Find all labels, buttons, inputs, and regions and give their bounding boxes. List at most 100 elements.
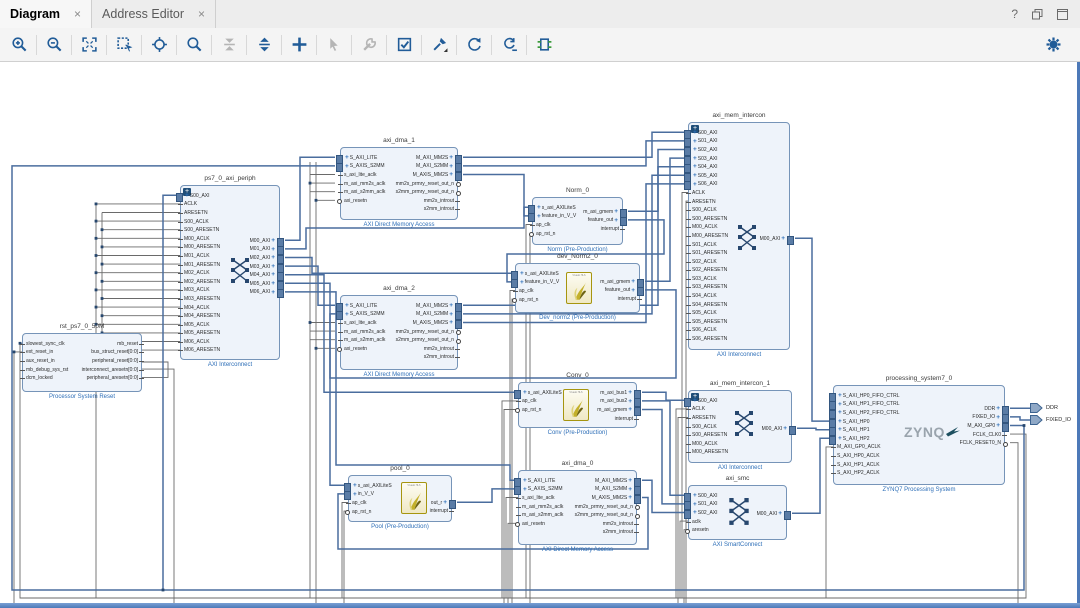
- port-axi_dma_0-mm2s_introut[interactable]: mm2s_introut: [575, 520, 633, 529]
- port-axi_mem_intercon_1-S00_ACLK[interactable]: S00_ACLK: [692, 423, 728, 432]
- port-axi_mem_intercon_1-M00_ACLK[interactable]: M00_ACLK: [692, 440, 728, 449]
- port-axi_smc-S01_AXI[interactable]: +S01_AXI: [692, 501, 718, 510]
- zoom-in-button[interactable]: [6, 32, 32, 58]
- port-axi_mem_intercon-S04_ARESETN[interactable]: S04_ARESETN: [692, 301, 728, 310]
- port-rst_ps7_0_50M-peripheral_aresetn[0:0][interactable]: peripheral_aresetn[0:0]: [82, 374, 138, 383]
- port-axi_dma_2-s_axi_lite_aclk[interactable]: s_axi_lite_aclk: [344, 319, 385, 328]
- port-pool_0-interrupt[interactable]: interrupt: [430, 508, 448, 517]
- zoom-out-button[interactable]: [41, 32, 67, 58]
- port-axi_mem_intercon-S06_AXI[interactable]: +S06_AXI: [692, 181, 728, 190]
- port-Norm_0-s_axi_AXILiteS[interactable]: +s_axi_AXILiteS: [536, 204, 576, 213]
- port-dev_Norm2_0-feature_in_V_V[interactable]: +feature_in_V_V: [519, 279, 559, 288]
- port-axi_dma_0-axi_resetn[interactable]: axi_resetn: [522, 520, 563, 529]
- port-axi_dma_1-mm2s_prmry_reset_out_n[interactable]: mm2s_prmry_reset_out_n: [396, 180, 454, 189]
- port-ps7_0_axi_periph-M02_AXI[interactable]: M02_AXI+: [250, 254, 276, 263]
- port-ps7_0_axi_periph-M00_ARESETN[interactable]: M00_ARESETN: [184, 244, 220, 253]
- port-axi_dma_0-s2mm_prmry_reset_out_n[interactable]: s2mm_prmry_reset_out_n: [575, 511, 633, 520]
- port-ps7_0_axi_periph-M03_ARESETN[interactable]: M03_ARESETN: [184, 295, 220, 304]
- port-axi_mem_intercon-S01_ACLK[interactable]: S01_ACLK: [692, 241, 728, 250]
- port-axi_dma_1-s_axi_lite_aclk[interactable]: s_axi_lite_aclk: [344, 171, 385, 180]
- port-processing_system7_0-M_AXI_GP0_ACLK[interactable]: M_AXI_GP0_ACLK: [837, 444, 899, 453]
- port-axi_dma_2-s2mm_prmry_reset_out_n[interactable]: s2mm_prmry_reset_out_n: [396, 336, 454, 345]
- port-Norm_0-feature_out[interactable]: feature_out+: [583, 217, 619, 226]
- port-axi_dma_2-M_AXI_S2MM[interactable]: M_AXI_S2MM+: [396, 311, 454, 320]
- port-Norm_0-feature_in_V_V[interactable]: +feature_in_V_V: [536, 213, 576, 222]
- port-axi_dma_0-S_AXI_LITE[interactable]: +S_AXI_LITE: [522, 477, 563, 486]
- diagram-canvas[interactable]: ps7_0_axi_periph++S00_AXIACLKARESETNS00_…: [0, 62, 1080, 604]
- port-axi_dma_0-M_AXIS_MM2S[interactable]: M_AXIS_MM2S+: [575, 494, 633, 503]
- port-axi_mem_intercon-S01_AXI[interactable]: +S01_AXI: [692, 138, 728, 147]
- port-ps7_0_axi_periph-M05_AXI[interactable]: M05_AXI+: [250, 280, 276, 289]
- port-ps7_0_axi_periph-M06_AXI[interactable]: M06_AXI+: [250, 289, 276, 298]
- port-processing_system7_0-S_AXI_HP0_FIFO_CTRL[interactable]: +S_AXI_HP0_FIFO_CTRL: [837, 392, 899, 401]
- collapse-button[interactable]: [216, 32, 242, 58]
- block-axi_dma_1[interactable]: +S_AXI_LITE+S_AXIS_S2MMs_axi_lite_aclkm_…: [340, 147, 458, 220]
- port-dev_Norm2_0-ap_clk[interactable]: ap_clk: [519, 287, 559, 296]
- port-ps7_0_axi_periph-M04_AXI[interactable]: M04_AXI+: [250, 271, 276, 280]
- port-dev_Norm2_0-feature_out[interactable]: feature_out+: [600, 287, 636, 296]
- port-axi_dma_1-M_AXIS_MM2S[interactable]: M_AXIS_MM2S+: [396, 171, 454, 180]
- port-axi_mem_intercon-S03_ACLK[interactable]: S03_ACLK: [692, 275, 728, 284]
- external-port-DDR[interactable]: [1030, 403, 1043, 413]
- port-Norm_0-ap_clk[interactable]: ap_clk: [536, 221, 576, 230]
- port-axi_dma_2-M_AXI_MM2S[interactable]: M_AXI_MM2S+: [396, 302, 454, 311]
- port-axi_dma_0-M_AXI_MM2S[interactable]: M_AXI_MM2S+: [575, 477, 633, 486]
- port-axi_dma_1-s2mm_prmry_reset_out_n[interactable]: s2mm_prmry_reset_out_n: [396, 188, 454, 197]
- port-axi_mem_intercon-S05_ARESETN[interactable]: S05_ARESETN: [692, 318, 728, 327]
- block-dev_Norm2_0[interactable]: Vivado HLS+s_axi_AXILiteS+feature_in_V_V…: [515, 263, 640, 313]
- port-rst_ps7_0_50M-aux_reset_in[interactable]: aux_reset_in: [26, 357, 68, 366]
- port-axi_mem_intercon-ARESETN[interactable]: ARESETN: [692, 198, 728, 207]
- port-axi_mem_intercon_1-ARESETN[interactable]: ARESETN: [692, 414, 728, 423]
- port-Conv_0-ap_rst_n[interactable]: ap_rst_n: [522, 406, 562, 415]
- port-axi_dma_2-m_axi_s2mm_aclk[interactable]: m_axi_s2mm_aclk: [344, 336, 385, 345]
- port-axi_dma_1-mm2s_introut[interactable]: mm2s_introut: [396, 197, 454, 206]
- tab-diagram[interactable]: Diagram ×: [0, 0, 92, 28]
- port-Norm_0-ap_rst_n[interactable]: ap_rst_n: [536, 230, 576, 239]
- port-axi_dma_2-s2mm_introut[interactable]: s2mm_introut: [396, 354, 454, 363]
- port-axi_mem_intercon_1-M00_ARESETN[interactable]: M00_ARESETN: [692, 449, 728, 458]
- port-ps7_0_axi_periph-M02_ARESETN[interactable]: M02_ARESETN: [184, 278, 220, 287]
- port-processing_system7_0-S_AXI_HP2_FIFO_CTRL[interactable]: +S_AXI_HP2_FIFO_CTRL: [837, 409, 899, 418]
- autofit-selection-button[interactable]: [146, 32, 172, 58]
- port-axi_mem_intercon-S06_ACLK[interactable]: S06_ACLK: [692, 327, 728, 336]
- port-axi_dma_0-mm2s_prmry_reset_out_n[interactable]: mm2s_prmry_reset_out_n: [575, 503, 633, 512]
- port-processing_system7_0-FIXED_IO[interactable]: FIXED_IO+: [960, 414, 1001, 423]
- port-axi_dma_1-s2mm_introut[interactable]: s2mm_introut: [396, 206, 454, 215]
- expand-button[interactable]: [251, 32, 277, 58]
- port-axi_mem_intercon-M00_ACLK[interactable]: M00_ACLK: [692, 224, 728, 233]
- port-axi_dma_0-s2mm_introut[interactable]: s2mm_introut: [575, 529, 633, 538]
- tab-address-editor[interactable]: Address Editor ×: [92, 0, 216, 28]
- port-axi_dma_0-m_axi_s2mm_aclk[interactable]: m_axi_s2mm_aclk: [522, 511, 563, 520]
- port-Conv_0-s_axi_AXILiteS[interactable]: +s_axi_AXILiteS: [522, 389, 562, 398]
- port-axi_mem_intercon-S05_ACLK[interactable]: S05_ACLK: [692, 309, 728, 318]
- port-axi_dma_1-M_AXI_S2MM[interactable]: M_AXI_S2MM+: [396, 163, 454, 172]
- port-axi_dma_0-M_AXI_S2MM[interactable]: M_AXI_S2MM+: [575, 486, 633, 495]
- regenerate-layout-button[interactable]: [461, 32, 487, 58]
- port-processing_system7_0-M_AXI_GP0[interactable]: M_AXI_GP0+: [960, 422, 1001, 431]
- settings-button[interactable]: [1040, 32, 1066, 58]
- port-ps7_0_axi_periph-ARESETN[interactable]: ARESETN: [184, 209, 220, 218]
- port-Conv_0-interrupt[interactable]: interrupt: [597, 415, 633, 424]
- block-Norm_0[interactable]: +s_axi_AXILiteS+feature_in_V_Vap_clkap_r…: [532, 197, 623, 245]
- block-processing_system7_0[interactable]: ZYNQ+S_AXI_HP0_FIFO_CTRL+S_AXI_HP1_FIFO_…: [833, 385, 1005, 485]
- port-Norm_0-interrupt[interactable]: interrupt: [583, 225, 619, 234]
- port-ps7_0_axi_periph-S00_ARESETN[interactable]: S00_ARESETN: [184, 226, 220, 235]
- port-ps7_0_axi_periph-M03_AXI[interactable]: M03_AXI+: [250, 263, 276, 272]
- port-axi_dma_1-axi_resetn[interactable]: axi_resetn: [344, 197, 385, 206]
- port-axi_mem_intercon-S03_ARESETN[interactable]: S03_ARESETN: [692, 284, 728, 293]
- port-axi_mem_intercon-S02_AXI[interactable]: +S02_AXI: [692, 146, 728, 155]
- port-axi_dma_0-S_AXIS_S2MM[interactable]: +S_AXIS_S2MM: [522, 486, 563, 495]
- port-axi_dma_0-s_axi_lite_aclk[interactable]: s_axi_lite_aclk: [522, 494, 563, 503]
- port-axi_smc-aclk[interactable]: aclk: [692, 518, 718, 527]
- port-axi_smc-S02_AXI[interactable]: +S02_AXI: [692, 509, 718, 518]
- port-Conv_0-ap_clk[interactable]: ap_clk: [522, 398, 562, 407]
- port-axi_dma_2-mm2s_introut[interactable]: mm2s_introut: [396, 345, 454, 354]
- port-axi_dma_2-S_AXIS_S2MM[interactable]: +S_AXIS_S2MM: [344, 311, 385, 320]
- block-axi_dma_0[interactable]: +S_AXI_LITE+S_AXIS_S2MMs_axi_lite_aclk m_…: [518, 470, 637, 545]
- port-rst_ps7_0_50M-ext_reset_in[interactable]: ext_reset_in: [26, 349, 68, 358]
- port-Norm_0-m_axi_gmem[interactable]: m_axi_gmem+: [583, 208, 619, 217]
- port-axi_dma_1-M_AXI_MM2S[interactable]: M_AXI_MM2S+: [396, 154, 454, 163]
- port-ps7_0_axi_periph-M01_AXI[interactable]: M01_AXI+: [250, 246, 276, 255]
- block-ps7_0_axi_periph[interactable]: ++S00_AXIACLKARESETNS00_ACLKS00_ARESETNM…: [180, 185, 280, 360]
- port-ps7_0_axi_periph-M03_ACLK[interactable]: M03_ACLK: [184, 287, 220, 296]
